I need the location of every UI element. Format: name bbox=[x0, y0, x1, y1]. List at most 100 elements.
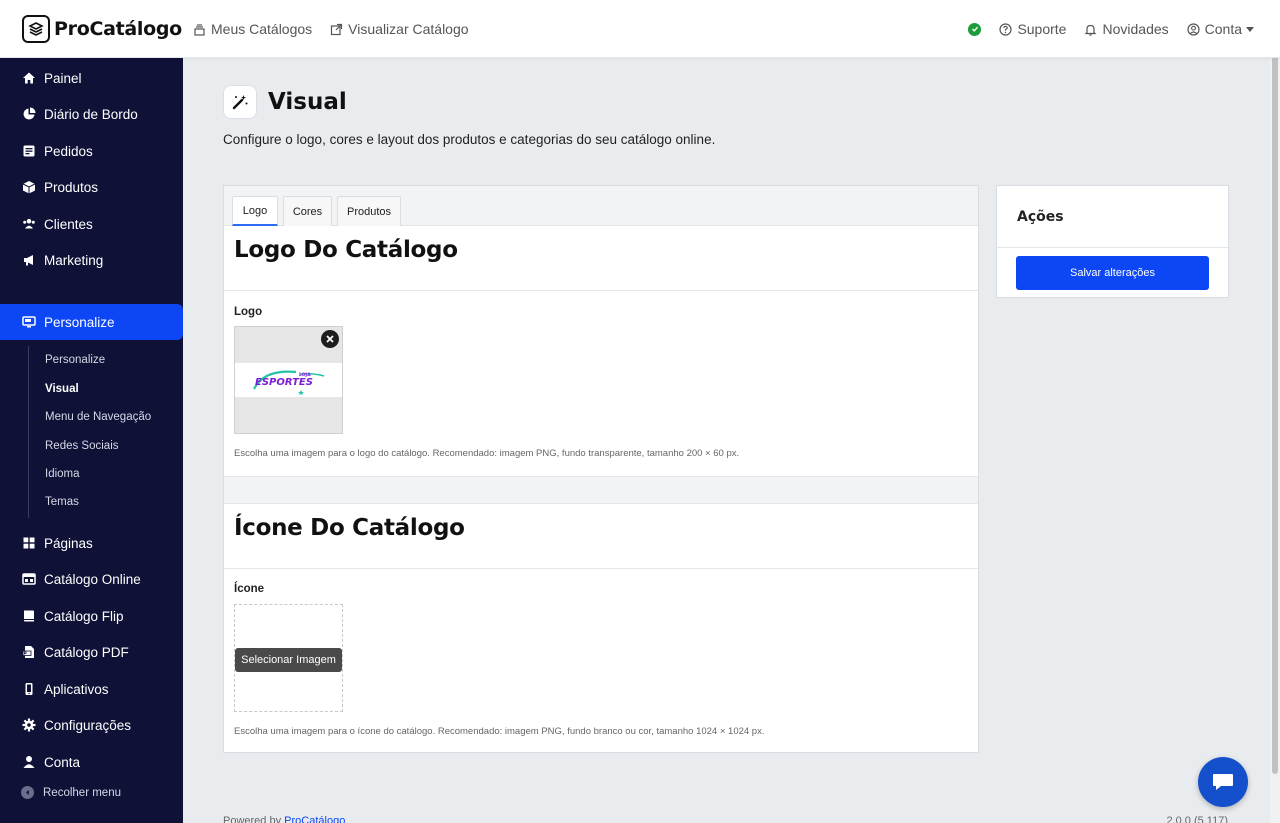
icon-upload-area[interactable]: Selecionar Imagem bbox=[234, 604, 343, 712]
actions-card: Ações Salvar alterações bbox=[996, 185, 1229, 298]
logo-section-title: Logo Do Catálogo bbox=[234, 237, 458, 263]
sidebar-item-label: Painel bbox=[44, 70, 82, 86]
book-icon bbox=[21, 608, 37, 624]
collapse-menu-label: Recolher menu bbox=[43, 786, 121, 799]
sidebar-item-diario[interactable]: Diário de Bordo bbox=[0, 96, 183, 132]
sidebar-item-marketing[interactable]: Marketing bbox=[0, 242, 183, 278]
news-link[interactable]: Novidades bbox=[1084, 21, 1169, 37]
submenu-menu-navegacao[interactable]: Menu de Navegação bbox=[45, 411, 151, 423]
sidebar-item-clientes[interactable]: Clientes bbox=[0, 206, 183, 242]
logo-preview[interactable]: LOJA ESPORTES bbox=[234, 326, 343, 434]
sidebar-item-label: Páginas bbox=[44, 535, 93, 551]
sidebar-item-label: Aplicativos bbox=[44, 681, 109, 697]
online-catalog-icon bbox=[21, 571, 37, 587]
sidebar-item-label: Diário de Bordo bbox=[44, 106, 138, 122]
logo-text: ESPORTES bbox=[255, 377, 313, 388]
top-right-menu: Suporte Novidades Conta bbox=[968, 0, 1254, 58]
settings-tabs: Logo Cores Produtos bbox=[224, 186, 978, 226]
pie-chart-icon bbox=[21, 106, 37, 122]
save-changes-button[interactable]: Salvar alterações bbox=[1016, 256, 1209, 290]
sidebar-item-label: Catálogo PDF bbox=[44, 644, 129, 660]
icon-section-title: Ícone Do Catálogo bbox=[234, 515, 465, 541]
users-icon bbox=[21, 216, 37, 232]
sidebar-item-aplicativos[interactable]: Aplicativos bbox=[0, 671, 183, 707]
submenu-redes-sociais[interactable]: Redes Sociais bbox=[45, 440, 119, 452]
magic-wand-icon bbox=[223, 85, 257, 119]
my-catalogs-label: Meus Catálogos bbox=[211, 21, 313, 37]
sidebar-item-catalogo-pdf[interactable]: Catálogo PDF bbox=[0, 634, 183, 670]
submenu-personalize[interactable]: Personalize bbox=[45, 354, 105, 366]
bell-icon bbox=[1085, 24, 1097, 36]
select-image-button[interactable]: Selecionar Imagem bbox=[235, 648, 342, 672]
tab-cores[interactable]: Cores bbox=[283, 196, 332, 226]
user-circle-icon bbox=[1187, 22, 1200, 36]
chevron-left-icon bbox=[21, 786, 34, 799]
chat-bubble-icon bbox=[1213, 774, 1233, 790]
footer-link[interactable]: ProCatálogo bbox=[284, 815, 345, 823]
sidebar-item-painel[interactable]: Painel bbox=[0, 60, 183, 96]
pdf-icon bbox=[21, 644, 37, 660]
sidebar-item-paginas[interactable]: Páginas bbox=[0, 525, 183, 561]
account-dropdown[interactable]: Conta bbox=[1187, 21, 1254, 37]
help-circle-icon bbox=[999, 22, 1013, 36]
logo-field-label: Logo bbox=[234, 306, 263, 318]
footer-powered-label: Powered by bbox=[223, 815, 282, 823]
sidebar-item-pedidos[interactable]: Pedidos bbox=[0, 133, 183, 169]
visual-settings-card: Logo Cores Produtos Logo Do Catálogo Log… bbox=[223, 185, 979, 753]
submenu-visual[interactable]: Visual bbox=[45, 383, 79, 395]
brand-logo[interactable]: ProCatálogo bbox=[22, 15, 182, 43]
mobile-icon bbox=[21, 681, 37, 697]
sidebar-item-label: Configurações bbox=[44, 717, 132, 733]
personalize-submenu: Personalize Visual Menu de Navegação Red… bbox=[28, 346, 178, 518]
sidebar-item-label: Produtos bbox=[44, 179, 99, 195]
sidebar-item-conta[interactable]: Conta bbox=[0, 744, 183, 780]
account-label: Conta bbox=[1204, 21, 1242, 37]
sidebar-item-catalogo-online[interactable]: Catálogo Online bbox=[0, 561, 183, 597]
brand-name: ProCatálogo bbox=[54, 18, 182, 40]
external-link-icon bbox=[331, 23, 343, 35]
logo-image: LOJA ESPORTES bbox=[235, 363, 342, 397]
logo-help-text: Escolha uma imagem para o logo do catálo… bbox=[234, 448, 740, 459]
view-catalog-link[interactable]: Visualizar Catálogo bbox=[330, 21, 469, 37]
megaphone-icon bbox=[21, 252, 37, 268]
check-icon bbox=[968, 22, 982, 36]
submenu-temas[interactable]: Temas bbox=[45, 496, 79, 508]
section-divider bbox=[224, 290, 978, 291]
close-icon bbox=[326, 335, 334, 343]
sidebar-item-label: Catálogo Online bbox=[44, 571, 141, 587]
orders-icon bbox=[21, 143, 37, 159]
sidebar-item-personalize[interactable]: Personalize bbox=[0, 304, 183, 340]
scrollbar-thumb[interactable] bbox=[1272, 14, 1278, 774]
grid-icon bbox=[21, 535, 37, 551]
page-header: Visual bbox=[223, 85, 347, 119]
chat-button[interactable] bbox=[1198, 757, 1248, 807]
page-scrollbar[interactable] bbox=[1270, 0, 1280, 823]
sidebar-item-label: Personalize bbox=[44, 314, 115, 330]
view-catalog-label: Visualizar Catálogo bbox=[348, 21, 469, 37]
sidebar-item-label: Catálogo Flip bbox=[44, 608, 124, 624]
sidebar-item-label: Marketing bbox=[44, 252, 104, 268]
sidebar-item-label: Clientes bbox=[44, 216, 93, 232]
support-label: Suporte bbox=[1017, 21, 1067, 37]
sidebar: Painel Diário de Bordo Pedidos Produtos … bbox=[0, 58, 183, 823]
box-icon bbox=[21, 179, 37, 195]
my-catalogs-link[interactable]: Meus Catálogos bbox=[193, 21, 312, 37]
support-link[interactable]: Suporte bbox=[999, 21, 1066, 37]
sidebar-item-produtos[interactable]: Produtos bbox=[0, 169, 183, 205]
submenu-idioma[interactable]: Idioma bbox=[45, 468, 80, 480]
sidebar-item-configuracoes[interactable]: Configurações bbox=[0, 707, 183, 743]
top-bar: ProCatálogo Meus Catálogos Visualizar Ca… bbox=[0, 0, 1280, 58]
remove-logo-button[interactable] bbox=[321, 330, 339, 348]
tab-logo[interactable]: Logo bbox=[232, 196, 278, 226]
page-description: Configure o logo, cores e layout dos pro… bbox=[223, 132, 716, 147]
tab-produtos[interactable]: Produtos bbox=[337, 196, 401, 226]
catalog-logo-icon bbox=[22, 15, 50, 43]
collapse-menu-button[interactable]: Recolher menu bbox=[21, 786, 121, 799]
sidebar-item-catalogo-flip[interactable]: Catálogo Flip bbox=[0, 598, 183, 634]
caret-down-icon bbox=[1246, 26, 1254, 32]
sidebar-item-label: Conta bbox=[44, 754, 81, 770]
actions-title: Ações bbox=[1017, 209, 1064, 225]
section-divider bbox=[224, 568, 978, 569]
actions-divider bbox=[997, 247, 1228, 248]
user-icon bbox=[21, 754, 37, 770]
